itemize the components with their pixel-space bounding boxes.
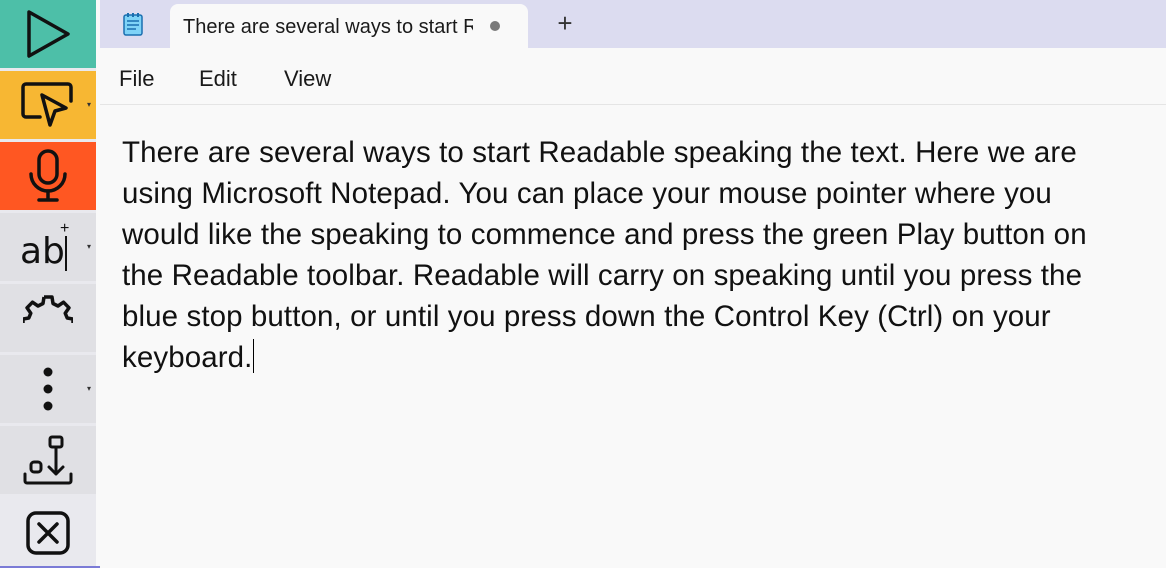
- menu-bar: File Edit View: [100, 48, 1166, 105]
- settings-button[interactable]: [0, 284, 96, 352]
- select-screen-button[interactable]: ▾: [0, 71, 96, 139]
- notepad-app-icon: [123, 13, 143, 36]
- gear-icon: [23, 295, 73, 323]
- text-cursor-ab-icon: ab +: [18, 219, 78, 275]
- screen-pointer-icon: [21, 82, 73, 127]
- chevron-down-icon[interactable]: ▾: [87, 385, 91, 393]
- tab-title: There are several ways to start Readable…: [183, 16, 473, 38]
- text-caret: [253, 339, 255, 373]
- microphone-button[interactable]: [0, 142, 96, 210]
- notepad-window: There are several ways to start Readable…: [100, 0, 1166, 568]
- text-cursor-line: [65, 236, 67, 271]
- chevron-down-icon[interactable]: ▾: [87, 243, 91, 251]
- play-icon: [27, 10, 70, 58]
- new-tab-button[interactable]: +: [552, 10, 578, 36]
- play-button[interactable]: [0, 0, 96, 68]
- app: ▾ ab + ▾ ▾ There are several ways to sta…: [0, 0, 1166, 568]
- more-vertical-icon: [43, 367, 53, 411]
- dictionary-button[interactable]: ab + ▾: [0, 213, 96, 281]
- microphone-icon: [29, 149, 67, 202]
- tab-bar: There are several ways to start Readable…: [100, 0, 1166, 48]
- more-options-button[interactable]: ▾: [0, 355, 96, 423]
- close-icon: [26, 510, 70, 555]
- save-audio-button[interactable]: [0, 426, 96, 494]
- ab-label: ab: [20, 231, 65, 272]
- menu-view[interactable]: View: [284, 67, 331, 91]
- menu-file[interactable]: File: [119, 67, 154, 91]
- plus-icon: +: [60, 220, 70, 237]
- readable-toolbar: ▾ ab + ▾ ▾: [0, 0, 100, 568]
- download-tray-icon: [23, 435, 73, 485]
- tab-document[interactable]: There are several ways to start Readable…: [170, 4, 528, 48]
- text-editor[interactable]: There are several ways to start Readable…: [122, 132, 1132, 378]
- chevron-down-icon[interactable]: ▾: [87, 101, 91, 109]
- editor-text: There are several ways to start Readable…: [122, 136, 1087, 374]
- close-toolbar-button[interactable]: [0, 497, 96, 568]
- unsaved-dot-icon[interactable]: [490, 21, 500, 31]
- menu-edit[interactable]: Edit: [199, 67, 237, 91]
